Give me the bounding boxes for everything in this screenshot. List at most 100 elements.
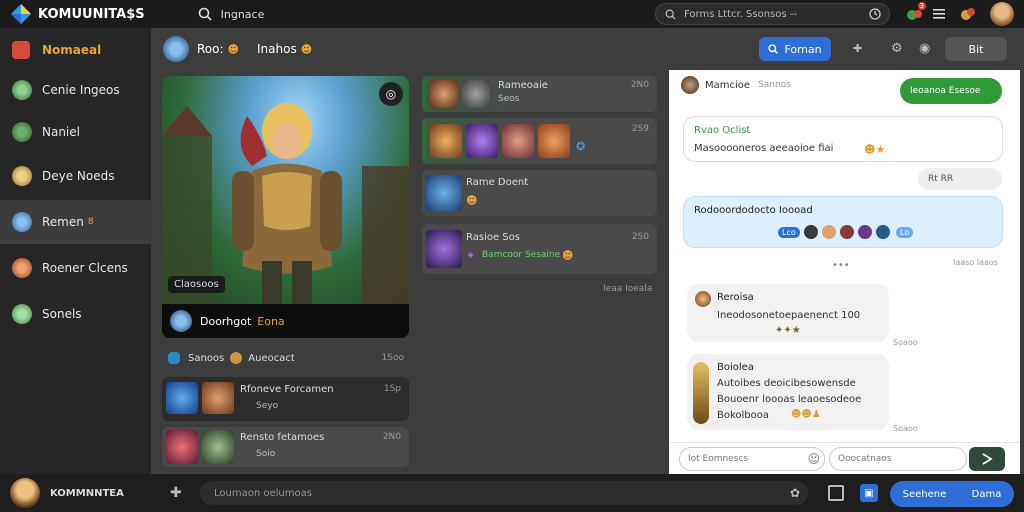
plugin-icon[interactable]: ✚ <box>170 485 182 501</box>
message-author: Boiolea <box>717 362 754 373</box>
message-author: Reroisa <box>717 292 754 303</box>
featured-footer: Doorhgot Eona <box>162 304 409 338</box>
puzzle-icon[interactable]: ✚ <box>853 42 862 55</box>
thumbnail <box>426 175 462 211</box>
list-item-meta: 2N0 <box>630 80 649 90</box>
content-header: Roo: ☻ Inahos ☻ Foman ✚ ⚙ ◉ Bit <box>151 28 1020 70</box>
list-item[interactable]: ✪ 2S9 <box>422 118 657 164</box>
menu-icon[interactable] <box>932 8 946 20</box>
list-item[interactable]: Rfoneve Forcamen Seyo 1Sp <box>162 377 409 421</box>
featured-card[interactable]: ◎ Claosoos Doorhgot Eona <box>162 76 409 338</box>
list-item-sub: Bamcoor Sesaine <box>482 250 561 260</box>
app-icon[interactable]: ▣ <box>860 484 878 502</box>
message-meta: Soaoo <box>893 424 918 433</box>
secondary-button[interactable]: Bit <box>945 37 1007 61</box>
send-button[interactable] <box>969 447 1005 471</box>
avatar <box>163 36 189 62</box>
list-item[interactable]: Rameoaie Seos 2N0 <box>422 76 657 112</box>
chat-input-placeholder: Iot Eomnescs <box>688 454 749 464</box>
chat-bubble: Rodooordodocto Ioooad Lco Lo <box>683 196 1003 248</box>
chat-header-status: Sannos <box>758 80 791 90</box>
bubble-chip: Lo <box>896 227 914 238</box>
user-name: KOMMNNTEA <box>50 487 124 499</box>
sidebar: Nomaeal Cenie Ingeos Naniel Deye Noeds R… <box>0 28 151 474</box>
global-search-value: Forms Lttcr. Ssonsos -- <box>684 8 797 20</box>
sidebar-item-label: Cenie Ingeos <box>42 83 120 97</box>
chat-pill[interactable]: Rt RR <box>918 168 1002 190</box>
thumbnail <box>502 124 534 158</box>
section-label: Sanoos <box>188 352 225 364</box>
emoji-icon: ☻ <box>300 42 313 56</box>
list-item-name: Rameoaie <box>498 80 548 91</box>
chat-tag[interactable]: Ieoanoa Esesoe <box>900 78 1002 104</box>
sidebar-item-active[interactable]: Nomaeal <box>0 28 151 72</box>
emoji-icon: ☻ <box>562 249 574 262</box>
sidebar-item-2[interactable]: Naniel <box>0 110 151 154</box>
avatar <box>12 166 32 186</box>
featured-subtitle: Eona <box>257 314 285 328</box>
chat-input-secondary[interactable]: Ooocatnaos <box>829 447 967 471</box>
action-button-left[interactable]: Seehene <box>903 489 947 500</box>
thumbnail <box>166 382 198 414</box>
message-input[interactable]: Loumaon oelumoas ✿ <box>200 481 808 505</box>
message-line: Autoibes deoicibesowensde <box>717 378 856 389</box>
list-item-name: Rfoneve Forcamen <box>240 384 334 395</box>
sidebar-item-3[interactable]: Deye Noeds <box>0 154 151 198</box>
avatar <box>12 304 32 324</box>
list-item-sub: Seos <box>498 94 520 104</box>
emoji-icon[interactable]: ☺ <box>807 452 820 466</box>
page-subtitle: Inahos <box>257 42 297 56</box>
settings-icon[interactable]: ◉ <box>919 41 930 56</box>
action-button-group: Seehene Dama <box>890 481 1014 507</box>
thumbnail <box>430 80 458 108</box>
chat-meta: Iaaso Iaaos <box>953 258 998 267</box>
global-search-field[interactable]: Forms Lttcr. Ssonsos -- <box>655 3 890 25</box>
emoji-icon: ☻ <box>227 42 239 56</box>
clock-icon[interactable] <box>869 8 881 20</box>
list-item[interactable]: Rasioe Sos ✦ Bamcoor Sesaine ☻ 2S0 <box>422 224 657 274</box>
camera-icon[interactable]: ◎ <box>379 82 403 106</box>
sidebar-item-label: Sonels <box>42 307 82 321</box>
chat-pill-text: Rt RR <box>928 174 954 184</box>
avatar <box>876 225 890 239</box>
attachment-icon[interactable]: ✿ <box>790 486 800 500</box>
list-item[interactable]: Rame Doent ☻ <box>422 170 657 216</box>
search-input[interactable]: Ingnace <box>221 8 641 21</box>
star-icon: ✦ <box>466 249 476 262</box>
thumbnail <box>426 230 462 268</box>
gear-icon[interactable]: ⚙ <box>891 41 903 56</box>
app-title: KOMUUNITA$S <box>38 6 145 22</box>
avatar <box>693 362 709 424</box>
caption-text: Claosoos <box>174 279 219 290</box>
emoji-icon: ☻☻♟ <box>791 409 821 420</box>
sidebar-item-label: Naniel <box>42 125 80 139</box>
action-button-right[interactable]: Dama <box>972 489 1002 500</box>
sidebar-item-5[interactable]: Roener Clcens <box>0 246 151 290</box>
thumbnail <box>202 430 234 464</box>
list-item-sub: Seyo <box>256 401 279 411</box>
message-line: Bouoenr loooas leaoesodeoe <box>717 394 862 405</box>
list-item-name: Rensto fetamoes <box>240 432 325 443</box>
avatar <box>12 258 32 278</box>
gift-icon[interactable] <box>959 5 977 23</box>
avatar <box>681 76 699 94</box>
user-avatar[interactable] <box>10 478 40 508</box>
thumbnail <box>538 124 570 158</box>
primary-button-label: Foman <box>784 42 822 56</box>
sidebar-item-1[interactable]: Cenie Ingeos <box>0 68 151 112</box>
user-avatar[interactable] <box>990 2 1014 26</box>
avatar <box>12 212 32 232</box>
chat-input[interactable]: Iot Eomnescs ☺ <box>679 447 825 471</box>
sidebar-item-6[interactable]: Sonels <box>0 292 151 336</box>
primary-button[interactable]: Foman <box>759 37 831 61</box>
list-item[interactable]: Rensto fetamoes Soio 2N0 <box>162 427 409 467</box>
avatar <box>822 225 836 239</box>
search-icon[interactable] <box>197 6 213 22</box>
sidebar-item-label: Roener Clcens <box>42 261 128 275</box>
sidebar-item-4[interactable]: Remen 8 <box>0 200 151 244</box>
thumbnail <box>166 430 198 464</box>
window-icon[interactable] <box>828 485 844 501</box>
notification-icon[interactable]: 3 <box>906 2 926 22</box>
sidebar-item-label: Deye Noeds <box>42 169 115 183</box>
list-item-meta: 2S9 <box>631 124 649 134</box>
